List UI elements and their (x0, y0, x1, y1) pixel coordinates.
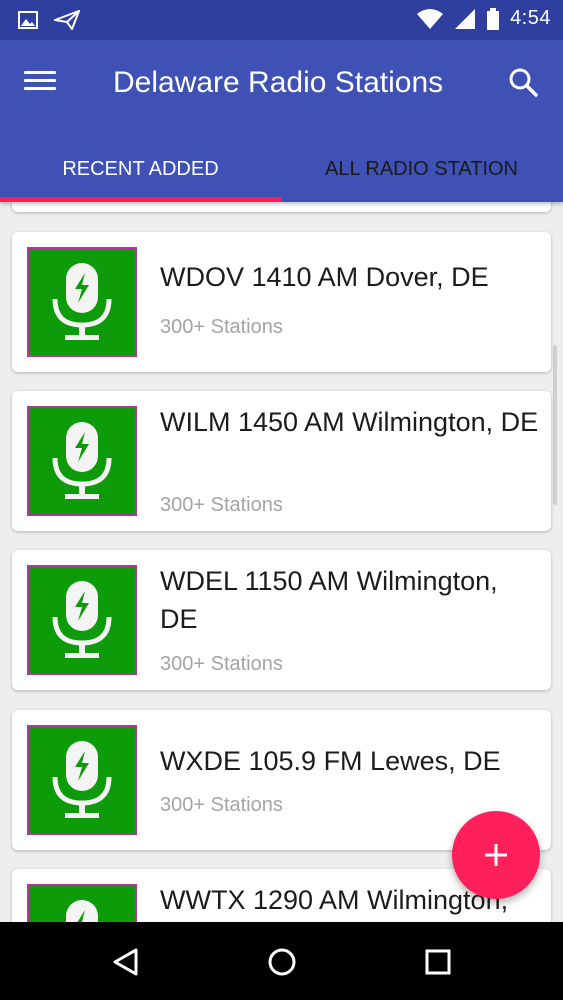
search-icon (509, 68, 538, 97)
menu-button[interactable] (24, 66, 64, 102)
scrollbar[interactable] (553, 345, 557, 505)
status-time: 4:54 (510, 7, 551, 29)
station-thumbnail (27, 247, 137, 357)
station-name: WILM 1450 AM Wilmington, DE (160, 407, 539, 437)
plus-icon (485, 844, 507, 866)
battery-icon (487, 7, 500, 30)
page-title: Delaware Radio Stations (113, 66, 444, 99)
microphone-icon (66, 900, 98, 922)
list-item[interactable]: WDOV 1410 AM Dover, DE 300+ Stations (12, 232, 551, 372)
menu-icon (24, 71, 64, 90)
search-button[interactable] (507, 66, 543, 102)
send-icon (54, 10, 80, 30)
list-item[interactable]: WDEL 1150 AM Wilmington, DE 300+ Station… (12, 550, 551, 690)
status-bar: 4:54 (0, 0, 563, 40)
microphone-icon (52, 422, 112, 499)
list-item[interactable] (12, 202, 551, 212)
back-icon (113, 948, 138, 976)
wifi-icon (417, 8, 444, 29)
home-button[interactable] (262, 942, 302, 982)
station-thumbnail (27, 565, 137, 675)
back-button[interactable] (106, 942, 146, 982)
tab-all-radio-station[interactable]: ALL RADIO STATION (281, 136, 562, 202)
tab-label: RECENT ADDED (62, 157, 219, 180)
tab-bar: RECENT ADDED ALL RADIO STATION (0, 136, 563, 202)
station-subtitle: 300+ Stations (160, 494, 283, 516)
navigation-bar (0, 922, 563, 1000)
tab-label: ALL RADIO STATION (325, 157, 518, 180)
station-name: WXDE 105.9 FM Lewes, DE (160, 746, 501, 776)
signal-icon (455, 8, 476, 29)
recents-icon (425, 949, 451, 975)
add-button[interactable] (452, 811, 540, 899)
recents-button[interactable] (418, 942, 458, 982)
station-thumbnail (27, 725, 137, 835)
tab-recent-added[interactable]: RECENT ADDED (0, 136, 281, 202)
tab-indicator (0, 197, 281, 202)
microphone-icon (52, 581, 112, 658)
image-icon (18, 11, 38, 29)
station-name: WDOV 1410 AM Dover, DE (160, 262, 489, 292)
microphone-icon (52, 741, 112, 818)
list-item[interactable]: WILM 1450 AM Wilmington, DE 300+ Station… (12, 391, 551, 531)
station-subtitle: 300+ Stations (160, 794, 283, 816)
app-bar: Delaware Radio Stations RECENT ADDED ALL… (0, 40, 563, 202)
station-thumbnail (27, 406, 137, 516)
microphone-icon (52, 263, 112, 340)
station-subtitle: 300+ Stations (160, 653, 283, 675)
station-subtitle: 300+ Stations (160, 316, 283, 338)
station-name: WDEL 1150 AM Wilmington, DE (160, 566, 498, 634)
home-icon (268, 948, 296, 976)
station-thumbnail (27, 884, 137, 922)
